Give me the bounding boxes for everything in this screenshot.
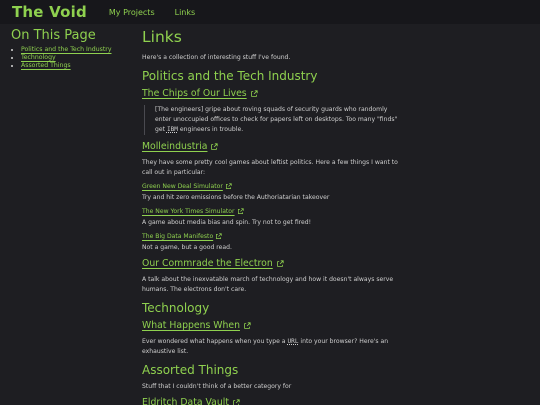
nav-link-my-projects[interactable]: My Projects: [109, 8, 155, 17]
toc-list: Politics and the Tech Industry Technolog…: [11, 46, 131, 70]
table-of-contents: On This Page Politics and the Tech Indus…: [11, 28, 131, 70]
link-our-commrade-the-electron[interactable]: Our Commrade the Electron: [142, 258, 273, 269]
toc-item-politics[interactable]: Politics and the Tech Industry: [21, 46, 131, 54]
entry-heading-molleindustria: Molleindustria: [142, 141, 402, 152]
entry-heading-what-happens-when: What Happens When: [142, 320, 402, 331]
link-eldritch-data-vault[interactable]: Eldritch Data Vault: [142, 397, 229, 405]
what-happens-text-before: Ever wondered what happens when you type…: [142, 338, 288, 345]
link-molleindustria[interactable]: Molleindustria: [142, 141, 207, 152]
site-title[interactable]: The Void: [12, 3, 87, 21]
link-nyt-simulator[interactable]: The New York Times Simulator: [142, 208, 235, 215]
quote-text-after: engineers in trouble.: [177, 126, 244, 133]
section-heading-technology: Technology: [142, 301, 210, 315]
intro-text: Here's a collection of interesting stuff…: [142, 54, 291, 61]
external-link-icon: [244, 321, 251, 329]
molleindustria-description: They have some pretty cool games about l…: [142, 159, 398, 176]
toc-link-politics[interactable]: Politics and the Tech Industry: [21, 46, 111, 53]
external-link-icon: [237, 208, 244, 214]
toc-item-assorted[interactable]: Assorted Things: [21, 62, 131, 70]
chips-quote: [The engineers] gripe about roving squad…: [144, 105, 402, 135]
what-happens-description: Ever wondered what happens when you type…: [142, 337, 402, 357]
toc-item-technology[interactable]: Technology: [21, 54, 131, 62]
abbr-url: URL: [287, 338, 299, 345]
game-entry-big-data: The Big Data Manifesto: [142, 233, 402, 240]
link-chips-of-our-lives[interactable]: The Chips of Our Lives: [142, 88, 247, 99]
abbr-ibm: IBM: [166, 126, 178, 133]
game-description-big-data: Not a game, but a good read.: [142, 244, 232, 251]
external-link-icon: [276, 259, 284, 267]
link-what-happens-when[interactable]: What Happens When: [142, 320, 240, 331]
link-green-new-deal-simulator[interactable]: Green New Deal Simulator: [142, 183, 223, 190]
top-navbar: The Void My Projects Links: [0, 0, 540, 24]
external-link-icon: [225, 183, 232, 189]
entry-heading-electron: Our Commrade the Electron: [142, 258, 402, 269]
assorted-description: Stuff that I couldn't think of a better …: [142, 383, 292, 390]
electron-description: A talk about the inexvatable march of te…: [142, 276, 394, 293]
link-big-data-manifesto[interactable]: The Big Data Manifesto: [142, 233, 213, 240]
toc-link-assorted[interactable]: Assorted Things: [21, 62, 71, 69]
external-link-icon: [211, 142, 219, 150]
entry-heading-eldritch: Eldritch Data Vault: [142, 397, 402, 405]
section-heading-assorted: Assorted Things: [142, 363, 239, 377]
game-description-nyt: A game about media bias and spin. Try no…: [142, 219, 312, 226]
game-entry-green-new-deal: Green New Deal Simulator: [142, 183, 402, 190]
main-content: Links Here's a collection of interesting…: [142, 28, 402, 405]
external-link-icon: [233, 398, 240, 405]
entry-heading-chips: The Chips of Our Lives: [142, 88, 402, 99]
nav-link-links[interactable]: Links: [175, 8, 196, 17]
toc-title: On This Page: [11, 28, 96, 43]
game-description-green-new-deal: Try and hit zero emissions before the Au…: [142, 194, 330, 201]
external-link-icon: [216, 233, 222, 239]
external-link-icon: [250, 89, 258, 97]
section-heading-politics: Politics and the Tech Industry: [142, 69, 318, 83]
toc-link-technology[interactable]: Technology: [21, 54, 56, 61]
game-entry-nyt: The New York Times Simulator: [142, 208, 402, 215]
page-title: Links: [142, 28, 182, 46]
